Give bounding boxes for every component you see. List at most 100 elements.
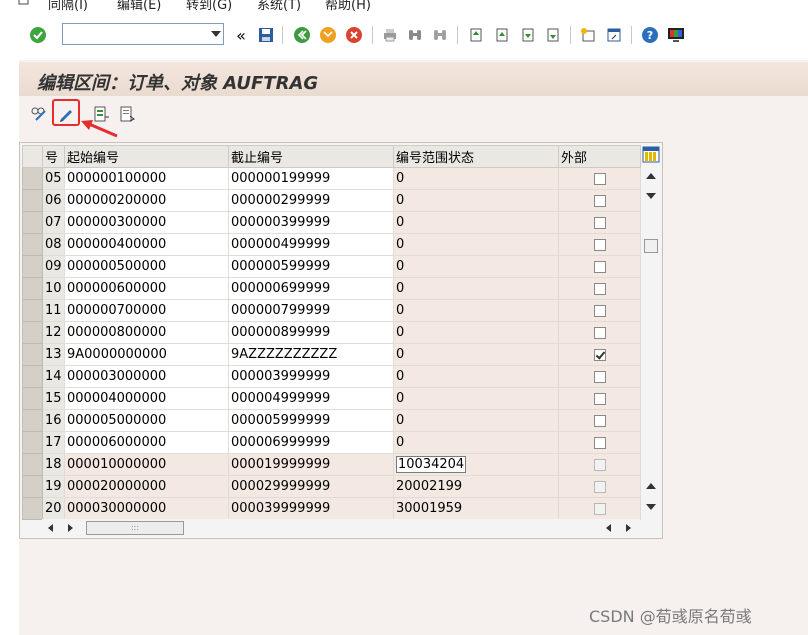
table-row[interactable]: 19 000020000000 000029999999 20002199 — [22, 475, 641, 498]
exit-icon[interactable] — [319, 26, 337, 44]
shortcut-icon[interactable] — [605, 26, 623, 44]
row-selector-header[interactable] — [22, 145, 43, 168]
menu-item-edit[interactable]: 编辑(E) — [117, 0, 161, 12]
back-icon[interactable] — [293, 26, 311, 44]
find-icon[interactable] — [406, 26, 424, 44]
scroll-down-icon[interactable] — [646, 193, 656, 199]
table-row[interactable]: 10 000000600000 000000699999 0 — [22, 277, 641, 300]
row-selector[interactable] — [22, 321, 43, 344]
table-row[interactable]: 17 000006000000 000006999999 0 — [22, 431, 641, 454]
external-checkbox[interactable] — [593, 216, 606, 229]
table-row[interactable]: 13 9A0000000000 9AZZZZZZZZZZ 0 — [22, 343, 641, 366]
row-selector[interactable] — [22, 233, 43, 256]
cell-from-number[interactable]: 000000800000 — [64, 321, 229, 344]
column-header-no[interactable]: 号 — [42, 145, 65, 168]
vertical-scrollbar[interactable] — [642, 167, 660, 519]
row-selector[interactable] — [22, 211, 43, 234]
row-selector[interactable] — [22, 497, 43, 520]
table-row[interactable]: 11 000000700000 000000799999 0 — [22, 299, 641, 322]
cell-from-number[interactable]: 000000600000 — [64, 277, 229, 300]
cell-from-number[interactable]: 9A0000000000 — [64, 343, 229, 366]
scroll-up-icon[interactable] — [646, 173, 656, 179]
menu-icon[interactable] — [18, 0, 30, 10]
chevron-down-icon[interactable] — [211, 31, 221, 37]
row-selector[interactable] — [22, 453, 43, 476]
collapse-chevron-icon[interactable]: « — [232, 26, 250, 45]
column-header-external[interactable]: 外部 — [558, 145, 641, 168]
prev-page-icon[interactable] — [493, 26, 511, 44]
scroll-right-icon[interactable] — [626, 524, 631, 532]
cell-from-number[interactable]: 000000300000 — [64, 211, 229, 234]
menu-item-goto-list[interactable]: 同隔(I) — [48, 0, 88, 12]
external-checkbox[interactable] — [593, 348, 606, 361]
cell-from-number[interactable]: 000000100000 — [64, 167, 229, 190]
table-row[interactable]: 12 000000800000 000000899999 0 — [22, 321, 641, 344]
external-checkbox[interactable] — [593, 282, 606, 295]
cell-from-number[interactable]: 000000700000 — [64, 299, 229, 322]
first-page-icon[interactable] — [467, 26, 485, 44]
cell-to-number[interactable]: 000000499999 — [228, 233, 394, 256]
cell-to-number[interactable]: 9AZZZZZZZZZZ — [228, 343, 394, 366]
cell-to-number[interactable]: 000000199999 — [228, 167, 394, 190]
cell-to-number[interactable]: 000005999999 — [228, 409, 394, 432]
external-checkbox[interactable] — [593, 260, 606, 273]
table-row[interactable]: 15 000004000000 000004999999 0 — [22, 387, 641, 410]
external-checkbox[interactable] — [593, 392, 606, 405]
cell-from-number[interactable]: 000000200000 — [64, 189, 229, 212]
scroll-left-icon[interactable] — [48, 524, 53, 532]
next-page-icon[interactable] — [519, 26, 537, 44]
row-selector[interactable] — [22, 387, 43, 410]
table-row[interactable]: 08 000000400000 000000499999 0 — [22, 233, 641, 256]
scroll-thumb[interactable]: ::: — [86, 521, 184, 535]
last-page-icon[interactable] — [544, 26, 562, 44]
display-change-icon[interactable] — [30, 105, 48, 123]
table-row[interactable]: 06 000000200000 000000299999 0 — [22, 189, 641, 212]
external-checkbox[interactable] — [593, 238, 606, 251]
table-row[interactable]: 05 000000100000 000000199999 0 — [22, 167, 641, 190]
table-row[interactable]: 16 000005000000 000005999999 0 — [22, 409, 641, 432]
cell-to-number[interactable]: 000000399999 — [228, 211, 394, 234]
cancel-icon[interactable] — [345, 26, 363, 44]
row-selector[interactable] — [22, 167, 43, 190]
scroll-up-icon[interactable] — [646, 483, 656, 489]
interval-icon[interactable] — [92, 105, 110, 123]
column-header-to[interactable]: 截止编号 — [228, 145, 394, 168]
cell-from-number[interactable]: 000004000000 — [64, 387, 229, 410]
table-row[interactable]: 18 000010000000 000019999999 10034204 — [22, 453, 641, 476]
command-input[interactable] — [65, 25, 209, 45]
external-checkbox[interactable] — [593, 326, 606, 339]
cell-to-number[interactable]: 000000599999 — [228, 255, 394, 278]
find-next-icon[interactable] — [431, 26, 449, 44]
column-header-status[interactable]: 编号范围状态 — [393, 145, 559, 168]
row-selector[interactable] — [22, 475, 43, 498]
ok-check-icon[interactable] — [29, 26, 47, 44]
customize-layout-icon[interactable] — [667, 26, 685, 44]
row-selector[interactable] — [22, 299, 43, 322]
help-icon[interactable]: ? — [641, 26, 659, 44]
row-selector[interactable] — [22, 277, 43, 300]
external-checkbox[interactable] — [593, 194, 606, 207]
scroll-down-icon[interactable] — [646, 504, 656, 510]
external-checkbox[interactable] — [593, 304, 606, 317]
cell-from-number[interactable]: 000000500000 — [64, 255, 229, 278]
external-checkbox[interactable] — [593, 172, 606, 185]
cell-to-number[interactable]: 000000699999 — [228, 277, 394, 300]
cell-from-number[interactable]: 000005000000 — [64, 409, 229, 432]
external-checkbox[interactable] — [593, 370, 606, 383]
row-selector[interactable] — [22, 409, 43, 432]
menu-item-system[interactable]: 系统(T) — [257, 0, 301, 12]
scroll-thumb[interactable] — [644, 239, 658, 253]
cell-to-number[interactable]: 000000899999 — [228, 321, 394, 344]
cell-to-number[interactable]: 000003999999 — [228, 365, 394, 388]
menu-item-help[interactable]: 帮助(H) — [325, 0, 371, 12]
cell-to-number[interactable]: 000004999999 — [228, 387, 394, 410]
command-field[interactable] — [62, 23, 224, 45]
scroll-right-icon[interactable] — [68, 524, 73, 532]
horizontal-scrollbar-left[interactable]: ::: — [42, 519, 640, 537]
row-selector[interactable] — [22, 365, 43, 388]
cell-from-number[interactable]: 000000400000 — [64, 233, 229, 256]
status-icon[interactable] — [118, 105, 136, 123]
cell-to-number[interactable]: 000000799999 — [228, 299, 394, 322]
table-row[interactable]: 14 000003000000 000003999999 0 — [22, 365, 641, 388]
new-session-icon[interactable] — [579, 26, 597, 44]
